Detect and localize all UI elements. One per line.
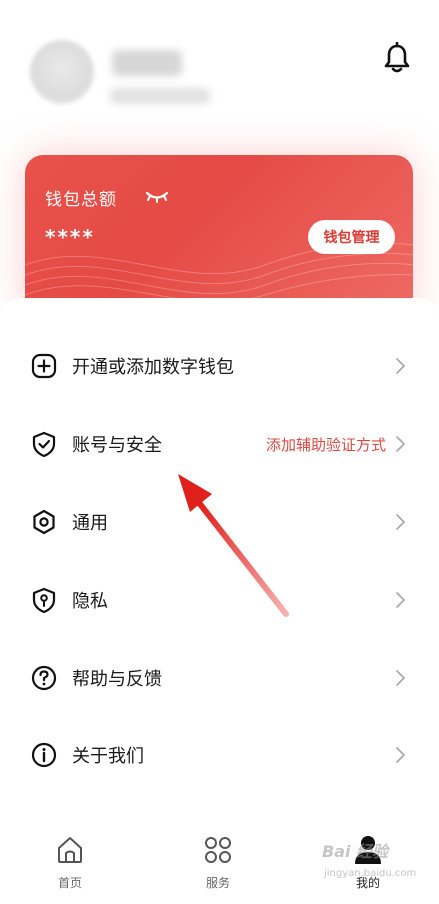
wallet-amount: **** <box>45 225 95 249</box>
chevron-right-icon <box>396 436 405 452</box>
bell-icon[interactable] <box>382 42 412 74</box>
menu-item-help-feedback[interactable]: 帮助与反馈 <box>0 648 439 708</box>
settings-menu: 开通或添加数字钱包 账号与安全 添加辅助验证方式 通用 隐私 帮助与反馈 关于我… <box>0 298 439 818</box>
menu-item-label: 账号与安全 <box>72 435 162 456</box>
chevron-right-icon <box>396 592 405 608</box>
wallet-card[interactable]: 钱包总额 **** 钱包管理 <box>25 155 413 315</box>
chevron-right-icon <box>396 747 405 763</box>
profile-header <box>0 0 439 150</box>
info-circle-icon <box>31 742 57 768</box>
baidu-jingyan-watermark: Bai 经验 jingyan.baidu.com <box>322 838 418 888</box>
plus-circle-icon <box>31 353 57 379</box>
eye-closed-icon[interactable] <box>145 188 169 204</box>
wallet-manage-button[interactable]: 钱包管理 <box>308 220 395 254</box>
privacy-shield-icon <box>32 587 56 614</box>
menu-item-add-wallet[interactable]: 开通或添加数字钱包 <box>0 336 439 396</box>
menu-item-label: 开通或添加数字钱包 <box>72 357 234 378</box>
wallet-title: 钱包总额 <box>45 190 117 210</box>
chevron-right-icon <box>396 670 405 686</box>
menu-item-privacy[interactable]: 隐私 <box>0 570 439 630</box>
menu-item-label: 关于我们 <box>72 746 144 767</box>
menu-item-label: 隐私 <box>72 591 108 612</box>
menu-item-about-us[interactable]: 关于我们 <box>0 725 439 785</box>
menu-item-label: 帮助与反馈 <box>72 669 162 690</box>
watermark-url: jingyan.baidu.com <box>324 868 417 879</box>
user-subtitle-blurred <box>110 88 210 104</box>
chevron-right-icon <box>396 514 405 530</box>
nav-label: 首页 <box>57 876 82 890</box>
watermark-text: Bai 经验 <box>322 842 389 861</box>
help-circle-icon <box>31 665 57 691</box>
avatar[interactable] <box>30 40 94 104</box>
menu-item-account-security[interactable]: 账号与安全 添加辅助验证方式 <box>0 414 439 474</box>
menu-item-general[interactable]: 通用 <box>0 492 439 552</box>
nav-label: 服务 <box>205 876 230 890</box>
chevron-right-icon <box>396 358 405 374</box>
menu-item-hint: 添加辅助验证方式 <box>265 435 386 454</box>
hexagon-settings-icon <box>33 509 55 535</box>
home-icon <box>58 837 82 863</box>
menu-item-label: 通用 <box>72 513 108 534</box>
shield-check-icon <box>32 431 56 458</box>
nav-tab-services[interactable]: 服务 <box>178 834 258 894</box>
nav-tab-home[interactable]: 首页 <box>30 834 110 894</box>
username-blurred <box>112 50 182 76</box>
grid-icon <box>205 837 231 863</box>
